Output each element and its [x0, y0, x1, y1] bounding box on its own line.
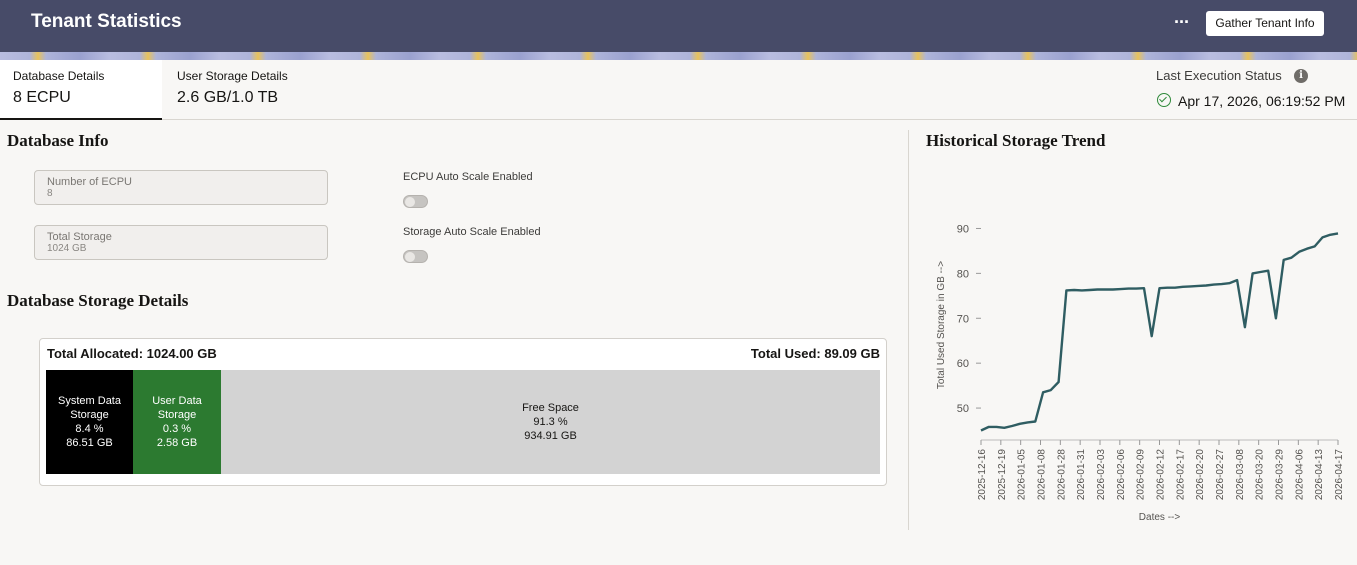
total-storage-field: Total Storage 1024 GB [34, 225, 328, 260]
x-tick-label: 2026-03-29 [1275, 449, 1286, 501]
tab-database-details[interactable]: Database Details 8 ECPU [0, 60, 162, 120]
field-value: 8 [47, 188, 53, 199]
field-label: Number of ECPU [47, 176, 132, 188]
segment-percent: 0.3 % [162, 423, 192, 435]
segment-percent: 91.3 % [533, 416, 568, 428]
x-tick-label: 2026-02-20 [1195, 449, 1206, 501]
y-axis-label: Total Used Storage in GB --> [936, 261, 947, 389]
storage-details-heading: Database Storage Details [7, 291, 189, 310]
y-tick-label: 70 [957, 313, 969, 325]
total-used: Total Used: 89.09 GB [750, 346, 880, 361]
x-tick-label: 2026-02-27 [1215, 449, 1226, 501]
info-icon[interactable]: i [1294, 69, 1308, 83]
tab-value: 2.6 GB/1.0 TB [177, 89, 279, 106]
y-tick-label: 80 [957, 268, 969, 280]
x-tick-label: 2026-01-28 [1056, 449, 1067, 501]
segment-size: 2.58 GB [156, 437, 198, 449]
x-tick-label: 2026-01-31 [1076, 449, 1087, 501]
y-tick-label: 90 [957, 223, 969, 235]
segment-name-2: Storage [157, 409, 197, 421]
storage-card: Total Allocated: 1024.00 GB Total Used: … [39, 338, 887, 486]
x-tick-label: 2026-02-06 [1116, 449, 1127, 501]
user-data-segment: User Data Storage 0.3 % 2.58 GB [133, 370, 221, 474]
series-line [980, 232, 1339, 432]
x-tick-label: 2025-12-16 [977, 449, 988, 501]
tab-value: 8 ECPU [13, 89, 71, 106]
last-execution-label: Last Execution Status [1156, 68, 1282, 83]
storage-trend-chart: 50 60 70 80 90 Total Used Storage in GB --> 20… [936, 223, 1345, 523]
x-tick-label: 2026-02-03 [1096, 449, 1107, 501]
database-info-heading: Database Info [7, 131, 109, 150]
toggle-knob [405, 252, 415, 262]
x-tick-label: 2026-01-08 [1037, 449, 1048, 501]
summary-tabs: Database Details 8 ECPU User Storage Det… [0, 60, 1357, 120]
y-tick-label: 50 [957, 403, 969, 415]
field-label: Total Storage [47, 231, 112, 243]
page-title: Tenant Statistics [31, 11, 182, 32]
tab-label: Database Details [13, 69, 105, 83]
toggle-knob [405, 197, 415, 207]
x-tick-label: 2026-04-06 [1294, 449, 1305, 501]
x-tick-label: 2026-02-12 [1156, 449, 1167, 501]
segment-size: 86.51 GB [66, 437, 113, 449]
gather-tenant-info-button[interactable]: Gather Tenant Info [1206, 11, 1324, 36]
system-data-segment: System Data Storage 8.4 % 86.51 GB [46, 370, 133, 474]
segment-name: User Data [152, 395, 202, 407]
x-axis-label: Dates --> [1139, 512, 1181, 523]
app-header: Tenant Statistics ··· Gather Tenant Info [0, 0, 1357, 52]
storage-auto-scale-toggle[interactable] [403, 250, 428, 263]
free-space-segment: Free Space 91.3 % 934.91 GB [221, 370, 880, 474]
total-allocated: Total Allocated: 1024.00 GB [47, 346, 217, 361]
success-check-icon [1157, 93, 1171, 107]
x-tick-label: 2026-03-08 [1235, 449, 1246, 501]
segment-percent: 8.4 % [75, 423, 104, 435]
y-tick-label: 60 [957, 358, 969, 370]
tab-label: User Storage Details [177, 69, 288, 83]
x-tick-label: 2026-01-05 [1017, 449, 1028, 501]
more-actions-icon[interactable]: ··· [1174, 12, 1190, 33]
field-value: 1024 GB [47, 243, 87, 254]
storage-auto-scale-label: Storage Auto Scale Enabled [403, 226, 541, 238]
decorative-banner [0, 52, 1357, 60]
last-execution-timestamp: Apr 17, 2026, 06:19:52 PM [1178, 93, 1346, 109]
number-of-ecpu-field: Number of ECPU 8 [34, 170, 328, 205]
x-tick-label: 2026-02-09 [1136, 449, 1147, 501]
segment-name-2: Storage [70, 409, 109, 421]
ecpu-auto-scale-toggle[interactable] [403, 195, 428, 208]
ecpu-auto-scale-label: ECPU Auto Scale Enabled [403, 171, 533, 183]
segment-name: System Data [58, 395, 121, 407]
x-tick-label: 2026-02-17 [1175, 449, 1186, 501]
panel-divider [908, 130, 909, 530]
tab-user-storage-details[interactable]: User Storage Details 2.6 GB/1.0 TB [164, 60, 334, 120]
x-tick-label: 2026-03-20 [1255, 449, 1266, 501]
x-tick-label: 2026-04-13 [1314, 449, 1325, 501]
x-tick-label: 2026-04-17 [1334, 449, 1345, 501]
segment-name: Free Space [522, 402, 579, 414]
segment-size: 934.91 GB [524, 430, 577, 442]
trend-heading: Historical Storage Trend [926, 131, 1106, 150]
x-tick-label: 2025-12-19 [997, 449, 1008, 501]
